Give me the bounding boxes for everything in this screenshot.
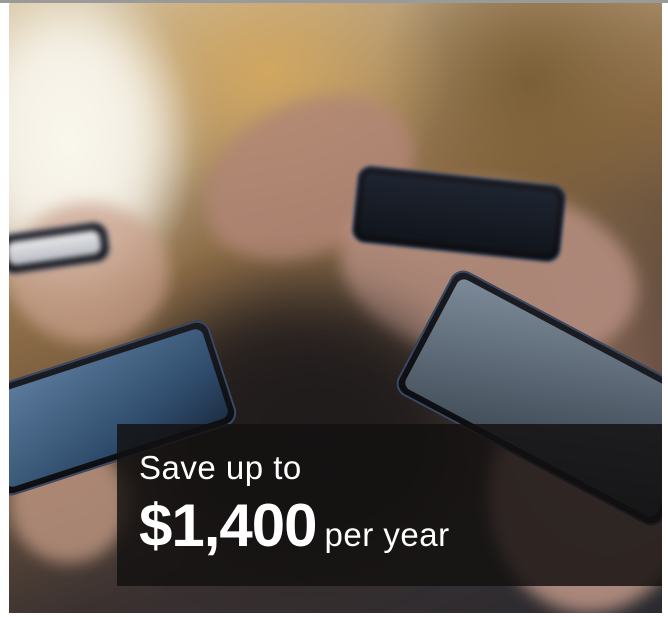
ad-frame: Save up to $1,400 per year [0,0,668,617]
savings-period: per year [324,516,450,553]
savings-banner: Save up to $1,400 per year [117,424,662,586]
savings-amount: $1,400 [139,492,318,559]
savings-amount-row: $1,400 per year [139,490,662,562]
savings-headline: Save up to [139,449,302,486]
